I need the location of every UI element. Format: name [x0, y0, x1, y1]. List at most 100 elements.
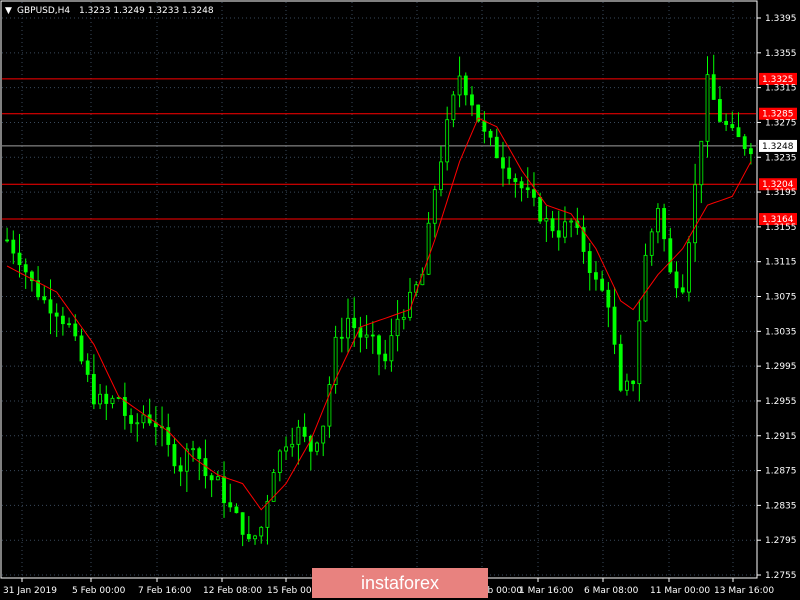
candle-110[interactable] — [687, 236, 691, 302]
candle-55[interactable] — [346, 298, 350, 353]
candle-77[interactable] — [482, 111, 487, 144]
candle-70[interactable] — [439, 145, 443, 197]
candle-106[interactable] — [662, 203, 667, 252]
candle-50[interactable] — [315, 441, 319, 456]
candle-84[interactable] — [525, 167, 530, 198]
candle-14[interactable] — [91, 354, 96, 410]
candle-99[interactable] — [618, 334, 623, 393]
candle-26[interactable] — [166, 413, 171, 457]
candle-0[interactable] — [5, 227, 9, 243]
candle-58[interactable] — [364, 315, 369, 349]
candle-10[interactable] — [67, 317, 71, 328]
candle-93[interactable] — [581, 215, 586, 264]
candle-31[interactable] — [197, 446, 202, 481]
candle-102[interactable] — [637, 299, 642, 402]
candle-80[interactable] — [501, 141, 505, 187]
candle-8[interactable] — [54, 303, 59, 337]
candle-98[interactable] — [612, 286, 617, 355]
candle-16[interactable] — [104, 385, 109, 421]
candle-101[interactable] — [631, 380, 636, 392]
candle-94[interactable] — [587, 243, 592, 291]
price-chart[interactable]: 1.33251.32851.32041.31641.3248 1.33951.3… — [0, 0, 800, 600]
candle-63[interactable] — [395, 300, 400, 352]
candle-82[interactable] — [513, 173, 518, 198]
candle-4[interactable] — [29, 270, 34, 292]
candle-95[interactable] — [594, 261, 598, 291]
candle-35[interactable] — [222, 461, 226, 518]
candle-53[interactable] — [333, 325, 338, 394]
candle-73[interactable] — [457, 56, 462, 108]
candle-59[interactable] — [370, 321, 375, 354]
candle-104[interactable] — [649, 228, 654, 266]
candle-78[interactable] — [488, 129, 493, 147]
candle-39[interactable] — [246, 516, 251, 542]
candle-74[interactable] — [463, 72, 468, 106]
candle-87[interactable] — [544, 205, 549, 243]
candle-6[interactable] — [42, 286, 47, 304]
candle-115[interactable] — [718, 86, 722, 123]
candle-46[interactable] — [290, 427, 295, 457]
candle-109[interactable] — [680, 274, 685, 295]
candle-13[interactable] — [85, 353, 90, 383]
candle-44[interactable] — [277, 449, 282, 482]
candle-41[interactable] — [259, 525, 264, 544]
candle-69[interactable] — [432, 185, 437, 238]
candle-33[interactable] — [209, 472, 214, 498]
candle-48[interactable] — [302, 413, 307, 443]
candle-40[interactable] — [253, 534, 257, 545]
candle-45[interactable] — [284, 436, 288, 461]
candle-28[interactable] — [178, 457, 183, 487]
candle-2[interactable] — [17, 233, 22, 278]
candle-36[interactable] — [228, 483, 233, 512]
candle-103[interactable] — [643, 243, 648, 323]
candle-75[interactable] — [470, 86, 474, 117]
candle-57[interactable] — [358, 316, 363, 353]
candle-79[interactable] — [494, 128, 499, 159]
candle-118[interactable] — [736, 112, 741, 138]
candle-1[interactable] — [11, 230, 16, 265]
candle-19[interactable] — [122, 382, 127, 430]
candle-89[interactable] — [556, 210, 561, 251]
candle-37[interactable] — [234, 503, 239, 514]
candle-61[interactable] — [383, 339, 388, 370]
candle-21[interactable] — [135, 413, 140, 442]
candle-12[interactable] — [79, 328, 84, 365]
candle-51[interactable] — [321, 425, 326, 457]
candle-54[interactable] — [339, 317, 344, 353]
candle-88[interactable] — [550, 210, 555, 238]
candle-17[interactable] — [110, 395, 115, 409]
candle-113[interactable] — [705, 56, 710, 158]
candle-71[interactable] — [445, 106, 450, 171]
candle-108[interactable] — [674, 261, 679, 298]
candle-81[interactable] — [507, 156, 512, 185]
candle-52[interactable] — [327, 376, 332, 438]
candlesticks[interactable] — [5, 54, 753, 547]
candle-23[interactable] — [147, 398, 152, 426]
candle-27[interactable] — [172, 437, 177, 474]
candle-105[interactable] — [656, 203, 660, 244]
candle-111[interactable] — [693, 163, 698, 262]
candle-15[interactable] — [98, 384, 102, 410]
candle-97[interactable] — [606, 282, 611, 328]
candle-91[interactable] — [569, 218, 574, 238]
candle-119[interactable] — [742, 134, 747, 156]
candle-68[interactable] — [426, 212, 431, 276]
candle-7[interactable] — [48, 279, 53, 335]
candle-114[interactable] — [711, 54, 716, 100]
candle-9[interactable] — [60, 307, 65, 336]
candle-22[interactable] — [141, 405, 146, 429]
candle-100[interactable] — [625, 373, 629, 396]
candle-38[interactable] — [240, 512, 245, 547]
candle-72[interactable] — [451, 91, 456, 128]
candle-32[interactable] — [203, 439, 208, 489]
candle-116[interactable] — [724, 113, 729, 132]
header-arrow-icon[interactable]: ▼ — [5, 6, 12, 16]
candle-62[interactable] — [389, 318, 394, 372]
candle-112[interactable] — [699, 140, 704, 204]
candle-20[interactable] — [129, 408, 133, 434]
candle-24[interactable] — [153, 406, 158, 446]
candle-47[interactable] — [296, 419, 301, 465]
candle-65[interactable] — [408, 277, 412, 321]
candle-60[interactable] — [377, 334, 381, 376]
candle-3[interactable] — [23, 258, 28, 289]
